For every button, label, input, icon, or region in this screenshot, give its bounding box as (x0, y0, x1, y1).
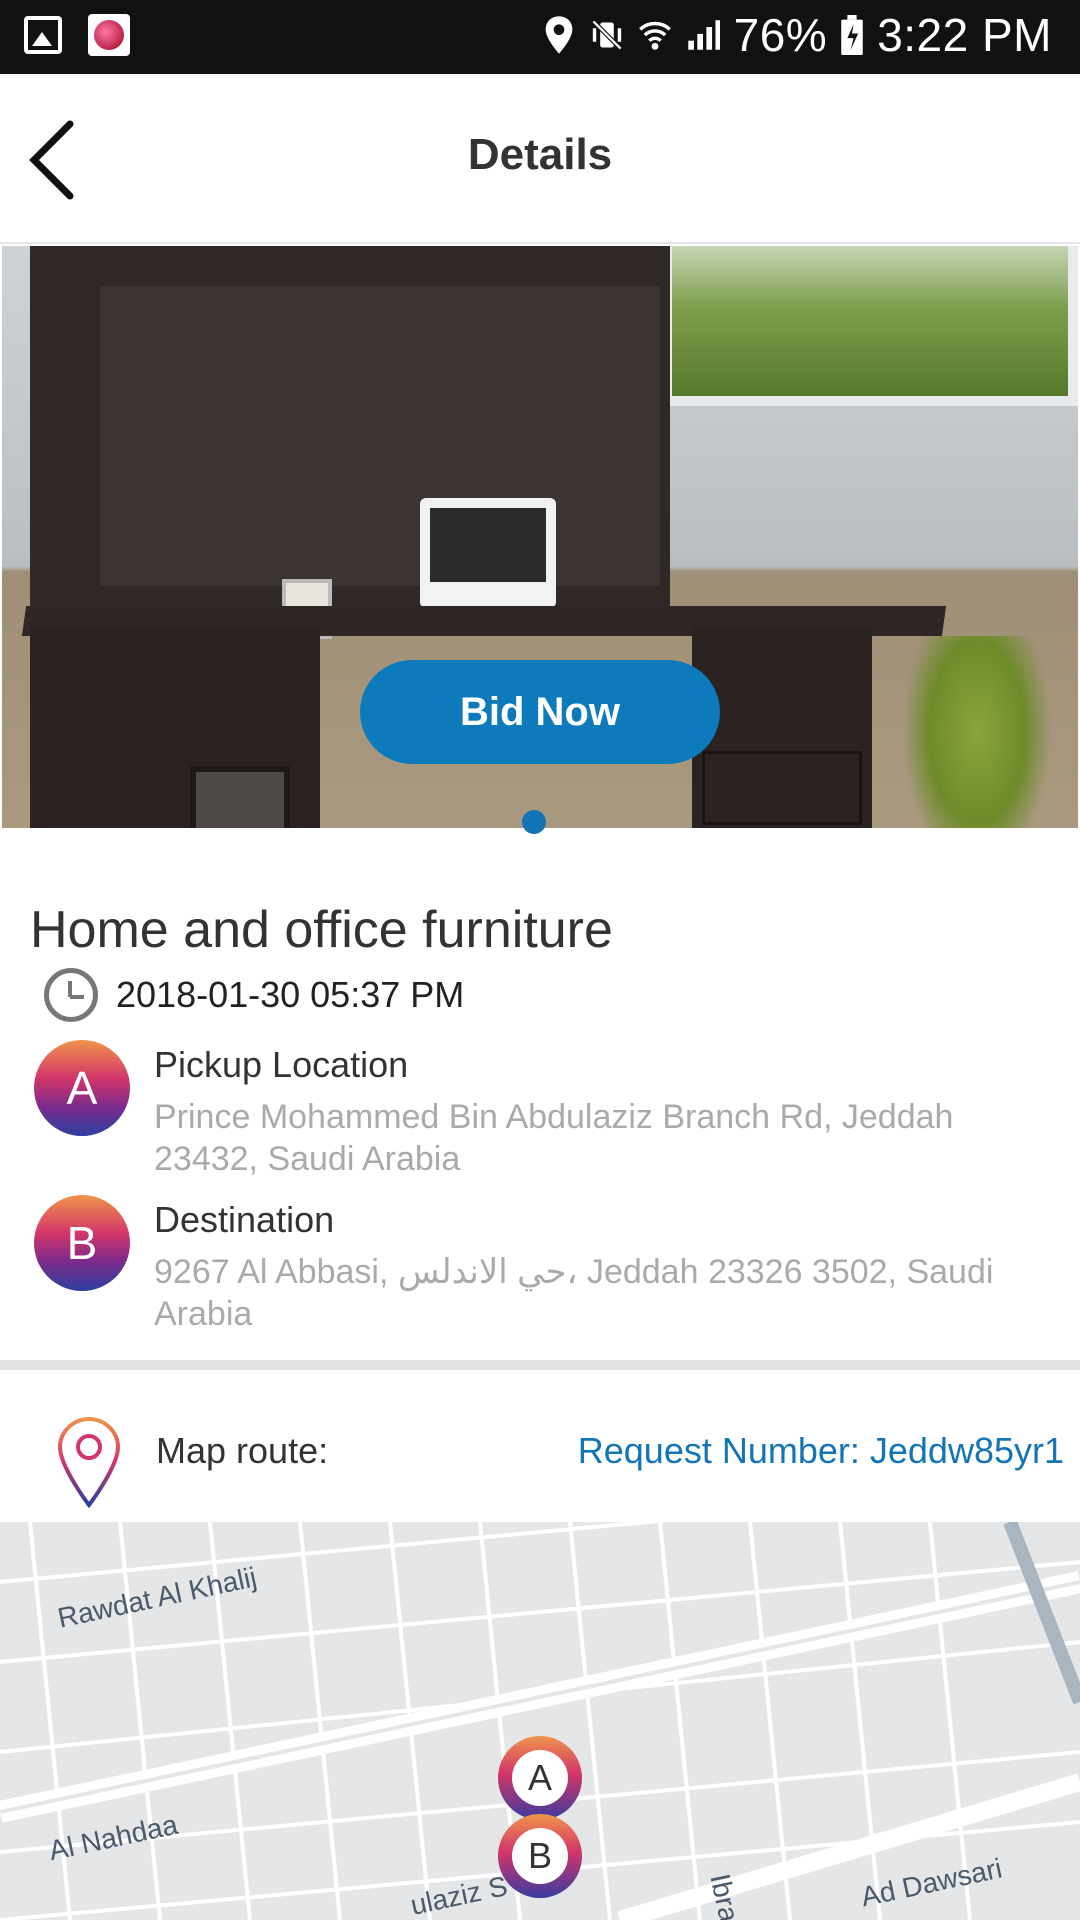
location-icon (545, 16, 572, 54)
bid-now-button[interactable]: Bid Now (360, 660, 720, 764)
carousel-page-indicator[interactable] (522, 810, 546, 834)
window-photo-area (662, 246, 1078, 406)
map-pin-a-icon[interactable]: A (498, 1736, 582, 1820)
destination-label: Destination (154, 1199, 335, 1240)
app-header: Details (0, 74, 1080, 244)
pickup-location-row: A Pickup Location Prince Mohammed Bin Ab… (34, 1040, 1054, 1180)
map-pin-b-icon[interactable]: B (498, 1814, 582, 1898)
vibrate-mute-icon (591, 19, 622, 51)
map-route-label: Map route: (156, 1430, 329, 1471)
page-title: Details (467, 130, 613, 179)
section-divider (0, 1360, 1080, 1370)
drawer-photo (702, 751, 862, 825)
app-notification-icon (88, 14, 130, 56)
plant-photo (902, 636, 1052, 828)
destination-badge-icon: B (34, 1195, 130, 1291)
map-pin-icon (57, 1416, 121, 1508)
status-bar: 76% 3:22 PM (0, 0, 1080, 74)
request-number: Request Number: Jeddw85yr1 (577, 1430, 1064, 1471)
destination-address: 9267 Al Abbasi, حي الاندلس، Jeddah 23326… (154, 1253, 994, 1333)
pickup-address: Prince Mohammed Bin Abdulaziz Branch Rd,… (154, 1098, 954, 1178)
signal-icon (687, 20, 720, 50)
clock-time: 3:22 PM (877, 9, 1052, 61)
item-datetime-row: 2018-01-30 05:37 PM (44, 968, 464, 1022)
destination-row: B Destination 9267 Al Abbasi, حي الاندلس… (34, 1195, 1054, 1335)
battery-charging-icon (841, 15, 863, 55)
image-notification-icon (24, 16, 62, 54)
wifi-icon (638, 21, 671, 50)
pickup-label: Pickup Location (154, 1044, 409, 1085)
desk-hutch-photo (30, 246, 670, 606)
battery-percent: 76% (733, 9, 828, 61)
item-title: Home and office furniture (30, 901, 613, 959)
clock-icon (44, 968, 98, 1022)
pickup-badge-icon: A (34, 1040, 130, 1136)
item-datetime: 2018-01-30 05:37 PM (116, 974, 465, 1015)
route-map[interactable]: Rawdat Al Khalij Al Nahdaa Ad Dawsari ul… (0, 1522, 1080, 1920)
glass-door-photo (190, 766, 290, 828)
map-route-row: Map route: Request Number: Jeddw85yr1 (0, 1370, 1080, 1520)
monitor-photo (420, 498, 556, 608)
